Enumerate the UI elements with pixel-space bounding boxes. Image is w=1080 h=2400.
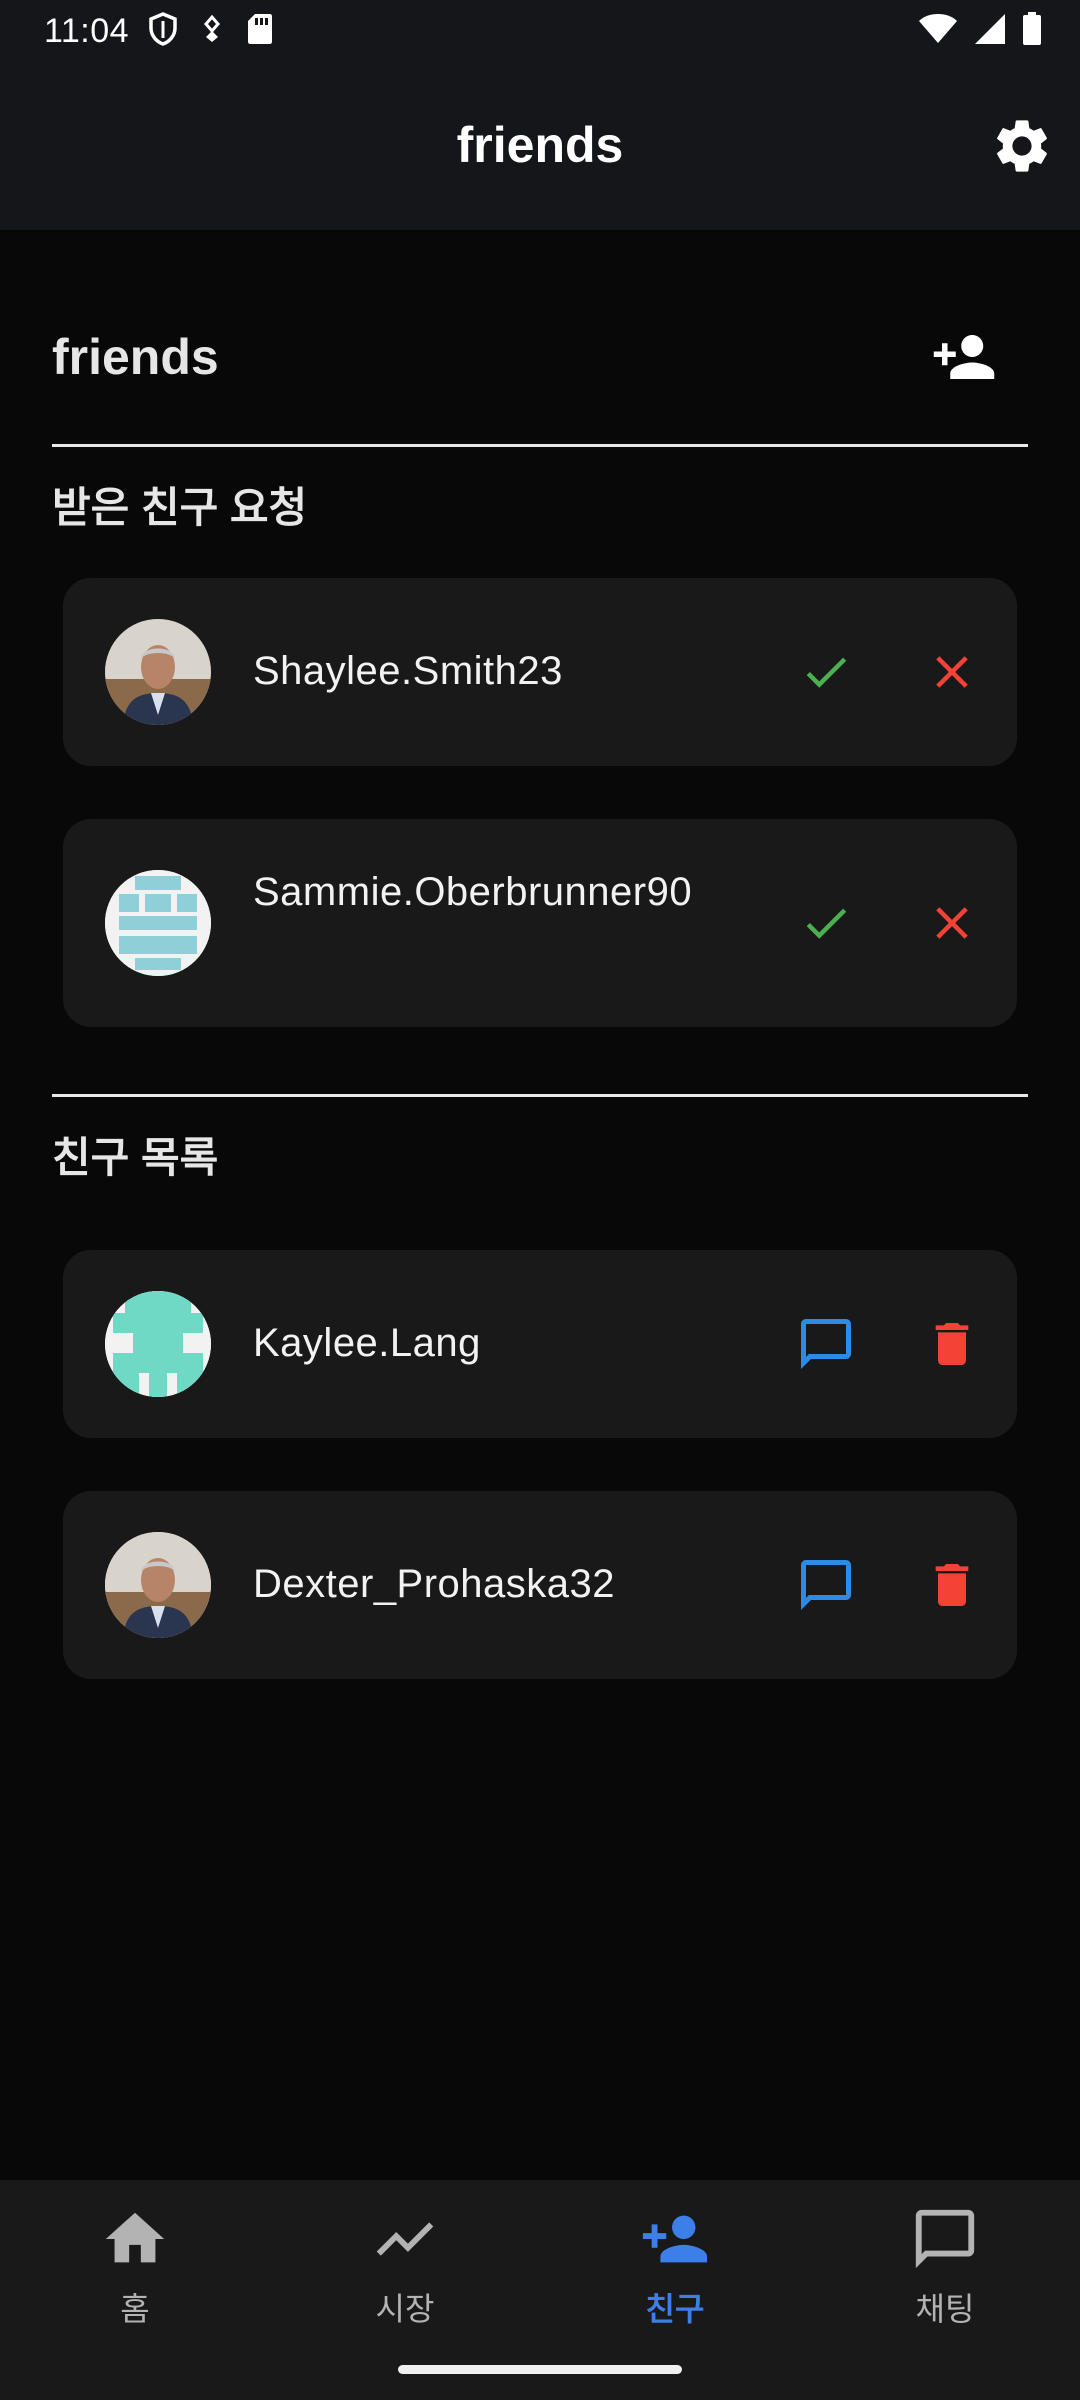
sd-card-icon	[246, 12, 274, 55]
friend-card: Dexter_Prohaska32	[63, 1491, 1017, 1679]
home-indicator	[398, 2365, 682, 2374]
trending-icon	[376, 2222, 434, 2256]
friend-name: Dexter_Prohaska32	[253, 1562, 616, 1606]
gear-icon	[997, 120, 1047, 172]
check-icon	[806, 908, 847, 939]
chat-icon	[915, 2209, 975, 2269]
request-card: Shaylee.Smith23	[63, 578, 1017, 766]
avatar	[105, 870, 211, 976]
nav-item-market[interactable]: 시장	[270, 2204, 540, 2344]
nav-label: 시장	[375, 2291, 435, 2327]
person-add-icon	[642, 2215, 708, 2263]
delete-button[interactable]	[912, 1304, 992, 1384]
avatar	[105, 1532, 211, 1638]
delete-button[interactable]	[912, 1545, 992, 1625]
status-right-icons	[918, 12, 1042, 55]
reject-button[interactable]	[912, 883, 992, 963]
nav-item-friends[interactable]: 친구	[540, 2204, 810, 2344]
status-left-icons	[148, 12, 274, 55]
request-name: Sammie.Oberbrunner90	[253, 870, 693, 914]
trash-icon	[935, 1323, 969, 1365]
accept-button[interactable]	[786, 632, 866, 712]
page-title: friends	[456, 117, 624, 173]
wifi-icon	[918, 13, 958, 54]
friend-card: Kaylee.Lang	[63, 1250, 1017, 1438]
trash-icon	[935, 1564, 969, 1606]
request-name: Shaylee.Smith23	[253, 649, 563, 693]
status-time: 11:04	[44, 12, 130, 50]
chat-icon	[801, 1319, 851, 1369]
avatar	[105, 619, 211, 725]
status-bar: 11:04	[0, 0, 1080, 62]
friend-name: Kaylee.Lang	[253, 1321, 481, 1365]
check-icon	[806, 657, 847, 688]
reject-button[interactable]	[912, 632, 992, 712]
nav-item-home[interactable]: 홈	[0, 2204, 270, 2344]
nav-label: 친구	[645, 2291, 705, 2327]
avatar	[105, 1291, 211, 1397]
nav-item-chat[interactable]: 채팅	[810, 2204, 1080, 2344]
chat-button[interactable]	[786, 1304, 866, 1384]
nav-label: 채팅	[915, 2291, 975, 2327]
requests-title: 받은 친구 요청	[52, 484, 308, 531]
battery-icon	[1022, 12, 1042, 55]
shield-icon	[148, 12, 178, 55]
home-icon	[105, 2212, 165, 2263]
request-card: Sammie.Oberbrunner90	[63, 819, 1017, 1027]
signal-icon	[974, 13, 1006, 54]
close-icon	[936, 907, 968, 939]
chat-button[interactable]	[786, 1545, 866, 1625]
friends-title: 친구 목록	[52, 1134, 219, 1181]
app-bar: friends	[0, 62, 1080, 230]
add-friend-button[interactable]	[926, 322, 1002, 392]
person-add-icon	[933, 335, 995, 379]
divider	[52, 1094, 1028, 1097]
nav-label: 홈	[120, 2291, 150, 2327]
chat-icon	[801, 1560, 851, 1610]
section-header: friends	[52, 322, 1028, 392]
accept-button[interactable]	[786, 883, 866, 963]
section-title: friends	[52, 329, 219, 385]
settings-button[interactable]	[984, 108, 1060, 184]
close-icon	[936, 656, 968, 688]
divider	[52, 444, 1028, 447]
gesture-icon	[200, 14, 224, 53]
